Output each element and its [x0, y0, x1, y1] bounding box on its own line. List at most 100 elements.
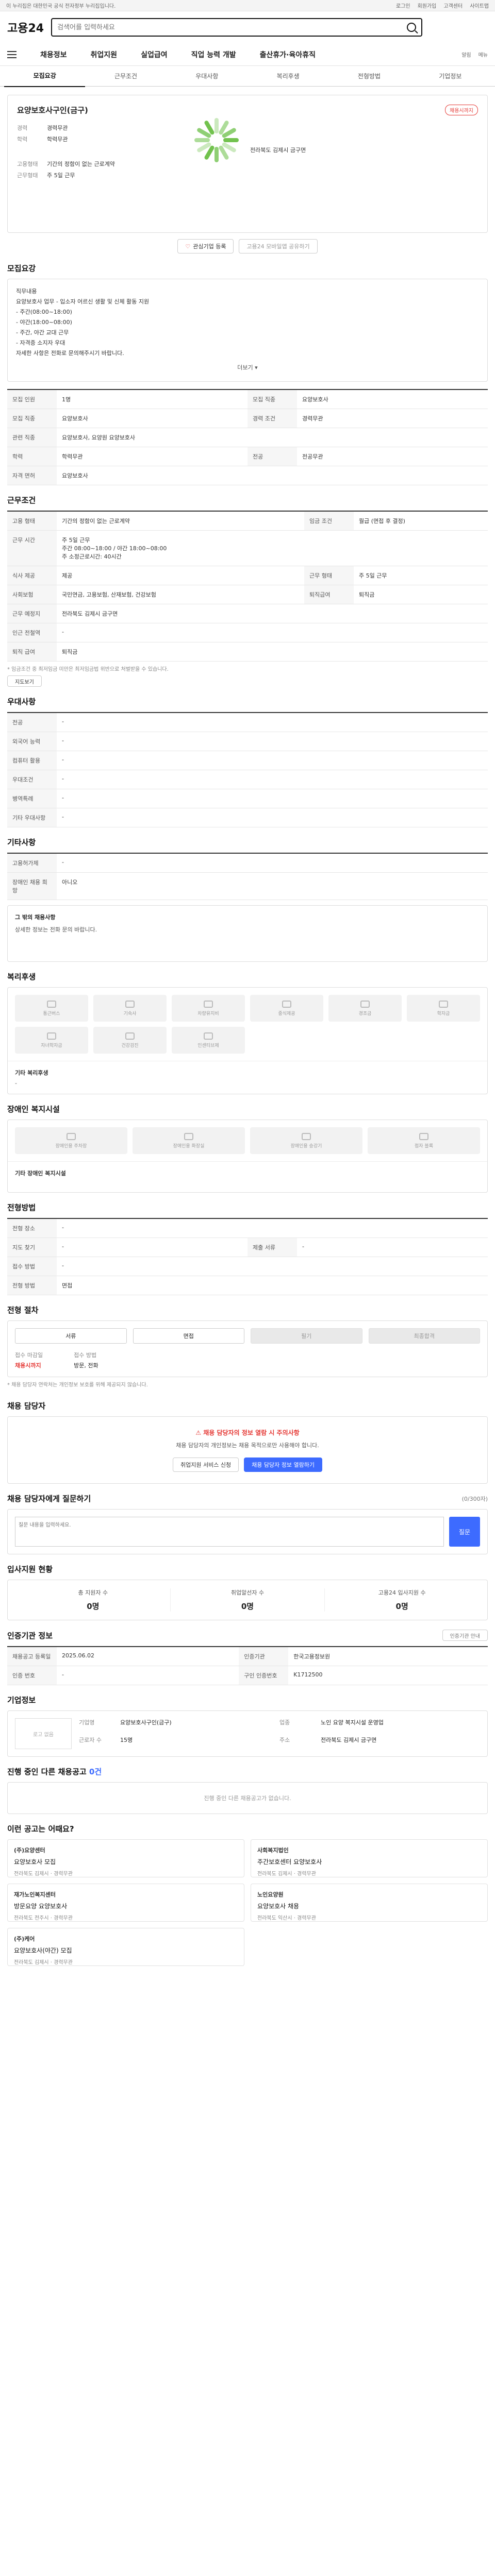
welfare-icon: [184, 1132, 193, 1140]
logo-ray: [214, 118, 219, 133]
recommend-card[interactable]: 사회복지법인 주간보호센터 요양보호사 전라북도 김제시 · 경력무관: [251, 1839, 488, 1877]
top-link[interactable]: 회원가입: [418, 2, 437, 9]
extra-note-text: 상세한 정보는 전화 문의 바랍니다.: [15, 926, 97, 933]
welfare-other: 기타 복리후생 -: [8, 1061, 487, 1094]
welfare-item: 장애인용 주차장: [15, 1127, 127, 1154]
job-summary-section: 요양보호사구인(금구) 채용시까지 경력 경력무관 학력 학력무관 전라북도 김제시 …: [0, 95, 495, 253]
table-value: 퇴직금: [353, 585, 488, 604]
job-actions: ♡ 관심기업 등록 고용24 모바일앱 공유하기: [7, 239, 488, 253]
recruit-line: 직무내용: [16, 288, 37, 295]
apply-section: 채용 담당자 ⚠ 채용 담당자의 정보 열람 시 주의사항 채용 담당자의 개인…: [0, 1391, 495, 1484]
table-value: 요양보호사, 요양원 요양보호사: [57, 428, 488, 447]
table-row: 고용 형태 기간의 정함이 없는 근로계약 임금 조건 월급 (면접 후 결정): [7, 511, 488, 531]
qa-title-row: 채용 담당자에게 질문하기 (0/300자): [7, 1484, 488, 1509]
table-key: 고용 형태: [7, 511, 57, 531]
welfare-icon: [47, 1000, 56, 1008]
site-logo[interactable]: 고용24: [7, 19, 44, 36]
table-row: 전공 -: [7, 713, 488, 732]
main-navigation: 채용정보 취업지원 실업급여 직업 능력 개발 출산휴가·육아휴직 알림 메뉴: [0, 43, 495, 66]
search-icon[interactable]: [407, 23, 417, 32]
nav-util-item[interactable]: 메뉴: [478, 50, 488, 58]
welfare-item: 점자 블록: [368, 1127, 480, 1154]
welfare-label: 학자금: [437, 1011, 450, 1016]
meta-table: 채용공고 등록일 2025.06.02 인증기관 한국고용정보원 인증 번호 - 구인 인증…: [7, 1646, 488, 1685]
welfare-card: 통근버스 기숙사 차량유지비 중식제공 경조금 학자금 자녀학자금 건강검진 인센티브제 기타 …: [7, 987, 488, 1094]
company-logo-placeholder: 로고 없음: [15, 1718, 72, 1749]
nav-item[interactable]: 채용정보: [40, 49, 67, 60]
nav-item[interactable]: 직업 능력 개발: [191, 49, 236, 60]
meta-guide-button[interactable]: 인증기관 안내: [442, 1630, 488, 1641]
tab-3[interactable]: 복리후생: [248, 65, 328, 87]
table-value: 전공무관: [297, 447, 488, 466]
recruit-line: - 야간(18:00~08:00): [16, 319, 72, 326]
employment-support-button[interactable]: 취업지원 서비스 신청: [173, 1458, 239, 1472]
welfare-item: 학자금: [407, 995, 480, 1022]
tab-4[interactable]: 전형방법: [328, 65, 409, 87]
stat-item: 취업알선자 수 0명: [171, 1588, 325, 1612]
apply-title: 채용 담당자: [7, 1401, 46, 1411]
deadline-info: 접수 마감일 채용시까지: [15, 1351, 43, 1369]
recruit-more-button[interactable]: 더보기 ▾: [16, 363, 479, 373]
tab-0[interactable]: 모집요강: [4, 65, 86, 87]
table-value: 학력무관: [57, 447, 248, 466]
recommend-card[interactable]: (주)요양센터 요양보호사 모집 전라북도 김제시 · 경력무관: [7, 1839, 244, 1877]
table-key: 전형 장소: [7, 1218, 57, 1238]
map-view-button[interactable]: 지도보기: [7, 675, 42, 687]
nav-item[interactable]: 실업급여: [141, 49, 168, 60]
stat-label: 취업알선자 수: [230, 1589, 265, 1596]
contact-value: 방문, 전화: [74, 1362, 98, 1369]
recommend-card[interactable]: 재가노인복지센터 방문요양 요양보호사 전라북도 전주시 · 경력무관: [7, 1884, 244, 1922]
deadline-badge: 채용시까지: [445, 105, 478, 115]
tab-2[interactable]: 우대사항: [167, 65, 248, 87]
table-row: 장애인 채용 희망 아니오: [7, 872, 488, 900]
recruit-line: 자세한 사항은 전화로 문의해주시기 바랍니다.: [16, 350, 124, 357]
hamburger-menu-icon[interactable]: [7, 50, 16, 58]
table-key: 우대조건: [7, 770, 57, 789]
table-key: 장애인 채용 희망: [7, 872, 57, 900]
kv-key: 학력: [17, 136, 28, 143]
table-value: 기간의 정함이 없는 근로계약: [57, 511, 304, 531]
table-value: -: [57, 623, 488, 642]
table-row: 근무 예정지 전라북도 김제시 금구면: [7, 604, 488, 623]
nav-item[interactable]: 출산휴가·육아휴직: [260, 49, 316, 60]
table-row: 모집 인원 1명 모집 직종 요양보호사: [7, 389, 488, 409]
view-contact-button[interactable]: 채용 담당자 정보 열람하기: [244, 1458, 322, 1472]
search-input[interactable]: [57, 23, 407, 31]
table-value: 제공: [57, 566, 304, 585]
process-title: 전형 절차: [7, 1306, 39, 1315]
welfare-icon: [204, 1032, 213, 1040]
share-mobile-button[interactable]: 고용24 모바일앱 공유하기: [239, 239, 318, 253]
welfare-icon: [47, 1032, 56, 1040]
qa-textarea[interactable]: [15, 1517, 444, 1547]
table-key: 근무 예정지: [7, 604, 57, 623]
recommend-card[interactable]: (주)케어 요양보호사(야간) 모집 전라북도 김제시 · 경력무관: [7, 1928, 244, 1966]
nav-item[interactable]: 취업지원: [91, 49, 118, 60]
top-link[interactable]: 로그인: [396, 2, 410, 9]
table-value: 경력무관: [297, 409, 488, 428]
process-section: 전형 절차 서류 면접 필기 최종합격 접수 마감일 채용시까지 접수 방법 방문, …: [0, 1295, 495, 1391]
nav-items: 채용정보 취업지원 실업급여 직업 능력 개발 출산휴가·육아휴직: [40, 49, 316, 60]
nav-utility: 알림 메뉴: [461, 50, 488, 58]
recruit-content: 직무내용 요양보호사 업무 - 입소자 어르신 생활 및 신체 활동 지원 - 주간…: [7, 279, 488, 382]
tab-1[interactable]: 근무조건: [85, 65, 166, 87]
recommend-section: 이런 공고는 어때요? (주)요양센터 요양보호사 모집 전라북도 김제시 · 경력…: [0, 1814, 495, 1966]
recommend-sub: 전라북도 김제시 · 경력무관: [257, 1871, 316, 1877]
disabled-card: 장애인용 주차장 장애인용 화장실 장애인용 승강기 점자 블록 기타 장애인 복지시…: [7, 1120, 488, 1193]
scrap-company-button[interactable]: ♡ 관심기업 등록: [177, 239, 234, 253]
welfare-label: 점자 블록: [415, 1143, 433, 1149]
table-value: -: [57, 770, 488, 789]
table-value: -: [57, 1666, 239, 1685]
extra-table: 고용허가제 - 장애인 채용 희망 아니오: [7, 853, 488, 900]
top-link[interactable]: 고객센터: [443, 2, 463, 9]
top-link[interactable]: 사이트맵: [470, 2, 489, 9]
tab-5[interactable]: 기업정보: [410, 65, 491, 87]
qa-submit-button[interactable]: 질문: [449, 1517, 480, 1547]
welfare-icon: [125, 1000, 135, 1008]
recommend-card[interactable]: 노인요양원 요양보호사 채용 전라북도 익산시 · 경력무관: [251, 1884, 488, 1922]
welfare-icon: [360, 1000, 370, 1008]
table-row: 전형 장소 -: [7, 1218, 488, 1238]
table-value: -: [57, 808, 488, 827]
nav-util-item[interactable]: 알림: [461, 50, 471, 58]
recruit-line: - 자격증 소지자 우대: [16, 340, 65, 346]
kv-value: 학력무관: [47, 136, 68, 143]
